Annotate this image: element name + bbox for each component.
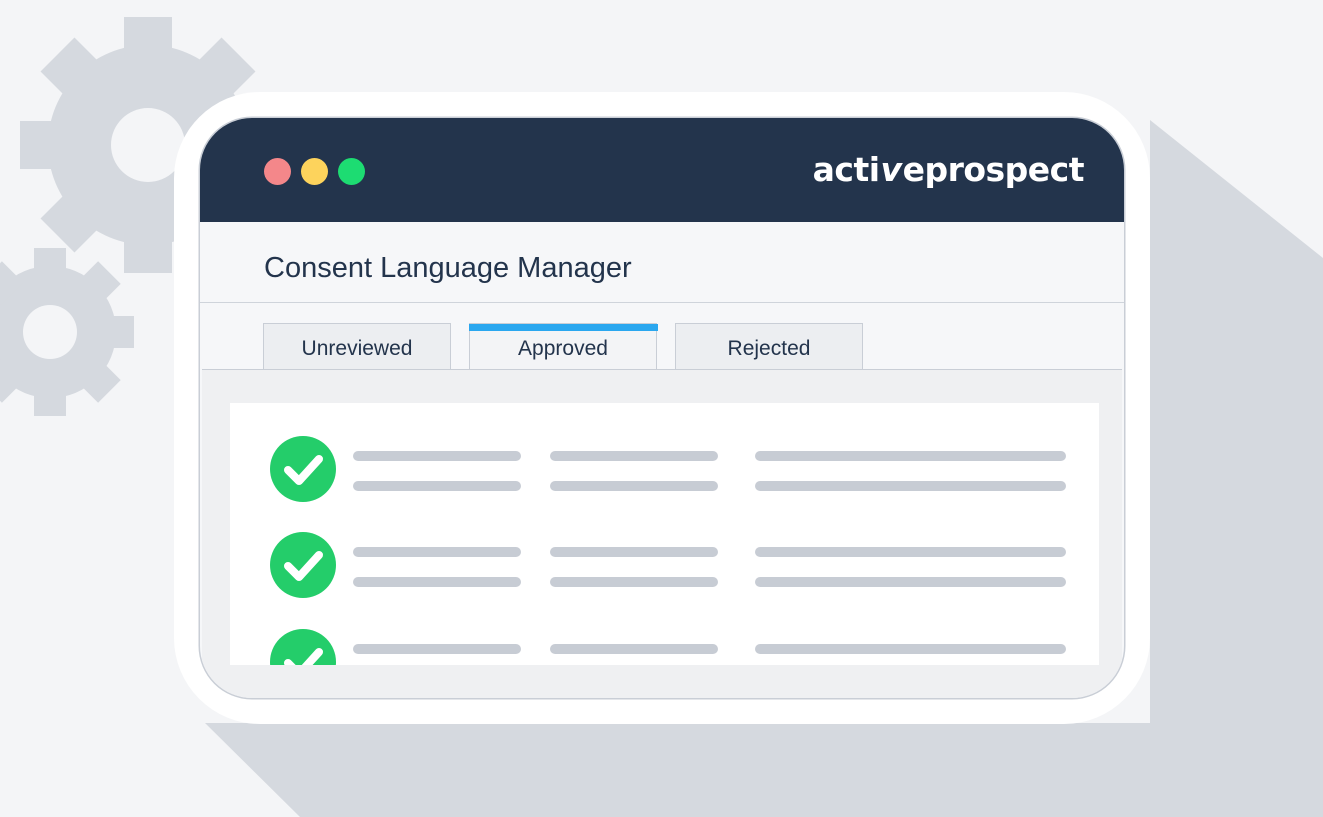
active-tab-indicator: [468, 324, 658, 331]
content-panel: [202, 369, 1122, 698]
tab-label: Unreviewed: [301, 337, 413, 360]
tab-label: Rejected: [727, 337, 811, 360]
check-circle-icon: [270, 436, 336, 502]
tab-approved[interactable]: Approved: [468, 323, 658, 369]
maximize-dot[interactable]: [338, 158, 365, 185]
check-circle-icon: [270, 629, 336, 665]
close-dot[interactable]: [264, 158, 291, 185]
placeholder-bar: [755, 481, 1066, 491]
placeholder-bar: [353, 644, 521, 654]
list-item[interactable]: [230, 532, 1099, 612]
placeholder-bar: [353, 481, 521, 491]
app-window: activeprospect Consent Language Manager …: [200, 118, 1124, 698]
placeholder-bar: [353, 451, 521, 461]
logo-mark: v: [880, 150, 903, 189]
placeholder-bar: [755, 644, 1066, 654]
activeprospect-logo: activeprospect: [812, 148, 1085, 192]
placeholder-bar: [755, 577, 1066, 587]
placeholder-bar: [550, 577, 718, 587]
list-item[interactable]: [230, 436, 1099, 516]
placeholder-bar: [550, 451, 718, 461]
placeholder-bar: [550, 547, 718, 557]
approved-list[interactable]: [230, 403, 1099, 665]
tab-unreviewed[interactable]: Unreviewed: [263, 323, 451, 369]
tab-label: Approved: [518, 337, 608, 360]
tab-rejected[interactable]: Rejected: [675, 323, 863, 369]
placeholder-bar: [755, 451, 1066, 461]
placeholder-bar: [550, 481, 718, 491]
placeholder-bar: [353, 577, 521, 587]
placeholder-bar: [755, 547, 1066, 557]
gear-icon: [0, 248, 134, 416]
check-circle-icon: [270, 532, 336, 598]
placeholder-bar: [353, 547, 521, 557]
list-item[interactable]: [230, 629, 1099, 665]
logo-suffix: eprospect: [902, 150, 1085, 189]
title-bar: activeprospect: [200, 118, 1124, 222]
minimize-dot[interactable]: [301, 158, 328, 185]
logo-prefix: acti: [812, 150, 880, 189]
page-title: Consent Language Manager: [264, 252, 632, 284]
placeholder-bar: [550, 644, 718, 654]
